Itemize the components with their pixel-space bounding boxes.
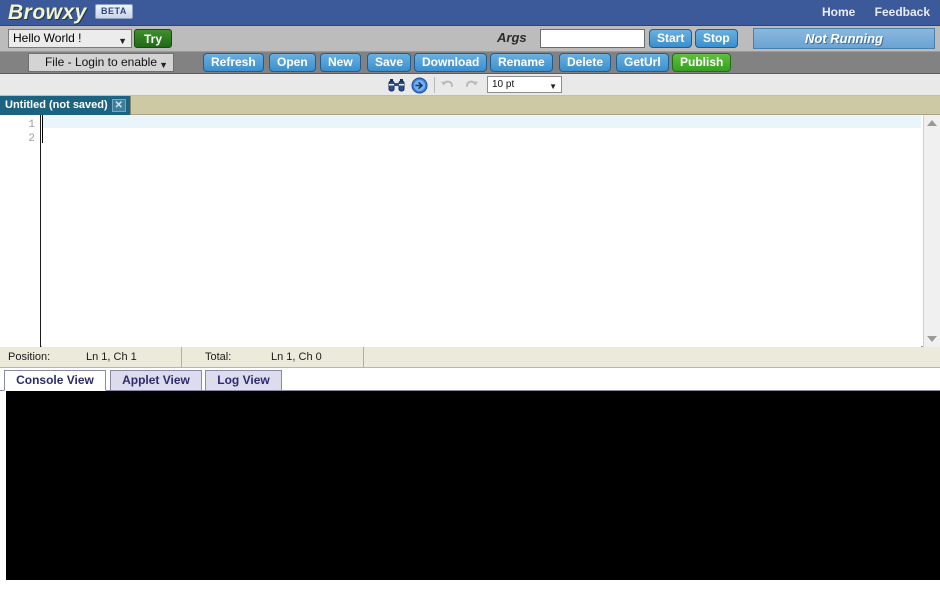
font-size-select[interactable]: 10 pt ▼ [487,76,562,93]
browxy-logo: Browxy [8,1,87,24]
find-binoculars-icon[interactable] [387,76,405,94]
new-button[interactable]: New [320,53,361,72]
scroll-down-icon[interactable] [924,331,940,347]
stop-button[interactable]: Stop [695,29,738,48]
save-button[interactable]: Save [367,53,412,72]
total-value: Ln 1, Ch 0 [271,351,322,363]
file-tab-untitled[interactable]: Untitled (not saved) ✕ [0,96,131,115]
editor-toolbar: 10 pt ▼ [0,74,940,96]
download-button[interactable]: Download [414,53,488,72]
file-menu-label: File - Login to enable [44,55,158,69]
tab-applet-view[interactable]: Applet View [110,370,202,391]
sample-program-value: Hello World ! [13,31,82,45]
close-icon[interactable]: ✕ [111,99,126,112]
file-tab-strip: Untitled (not saved) ✕ [0,96,940,115]
tab-console-view[interactable]: Console View [4,370,106,391]
args-label: Args [497,30,527,45]
console-output[interactable] [6,391,940,580]
open-button[interactable]: Open [269,53,316,72]
delete-button[interactable]: Delete [559,53,612,72]
output-view-tabs: Console View Applet View Log View [0,368,940,391]
console-panel-wrapper [0,391,940,580]
redo-icon[interactable] [463,76,481,94]
scroll-up-icon[interactable] [924,115,940,131]
feedback-link[interactable]: Feedback [875,5,930,19]
tab-log-view[interactable]: Log View [205,370,282,391]
rename-button[interactable]: Rename [490,53,553,72]
brand-nav-links: Home Feedback [806,5,930,19]
file-toolbar: File - Login to enable ▼ Refresh Open Ne… [0,52,940,74]
sample-program-select[interactable]: Hello World ! ▼ [8,29,132,48]
editor-status-bar: Position: Ln 1, Ch 1 Total: Ln 1, Ch 0 [0,347,940,368]
status-cell-position: Position: Ln 1, Ch 1 [0,347,182,367]
line-number: 1 [28,119,35,131]
args-input[interactable] [540,29,645,48]
status-cell-total: Total: Ln 1, Ch 0 [182,347,364,367]
position-label: Position: [8,351,51,363]
current-line-highlight [42,115,921,128]
toolbar-separator [434,77,435,93]
publish-button[interactable]: Publish [672,53,732,72]
code-text-area[interactable] [42,115,921,347]
run-toolbar: Hello World ! ▼ Try Args Start Stop Not … [0,26,940,52]
try-button[interactable]: Try [134,29,173,48]
undo-icon[interactable] [438,76,456,94]
file-menu-dropdown[interactable]: File - Login to enable ▼ [28,53,174,72]
refresh-button[interactable]: Refresh [203,53,264,72]
text-caret [42,115,43,143]
top-brand-bar: Browxy BETA Home Feedback [0,0,940,26]
total-label: Total: [205,351,232,363]
run-status-badge: Not Running [753,28,935,49]
file-tab-label: Untitled (not saved) [5,99,108,111]
chevron-down-icon: ▼ [549,82,557,91]
font-size-value: 10 pt [492,79,515,90]
code-editor[interactable]: 1 2 [0,115,940,347]
beta-badge: BETA [95,4,133,19]
home-link[interactable]: Home [822,5,855,19]
line-number: 2 [28,133,35,145]
line-number-gutter: 1 2 [0,115,41,347]
editor-vertical-scrollbar[interactable] [923,115,940,347]
start-button[interactable]: Start [649,29,693,48]
position-value: Ln 1, Ch 1 [86,351,137,363]
geturl-button[interactable]: GetUrl [616,53,669,72]
status-cell-empty [364,347,922,367]
goto-arrow-icon[interactable] [410,76,428,94]
chevron-down-icon: ▼ [159,60,168,70]
chevron-down-icon: ▼ [118,36,127,46]
